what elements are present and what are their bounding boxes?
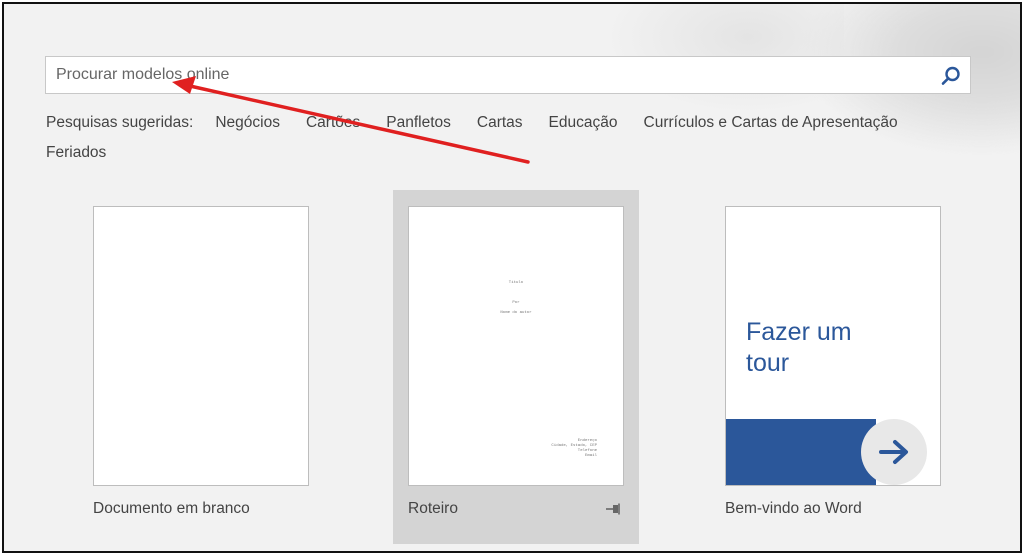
start-screen: Pesquisas sugeridas: Negócios Cartões Pa… <box>2 2 1022 553</box>
annotation-arrow <box>172 76 530 164</box>
